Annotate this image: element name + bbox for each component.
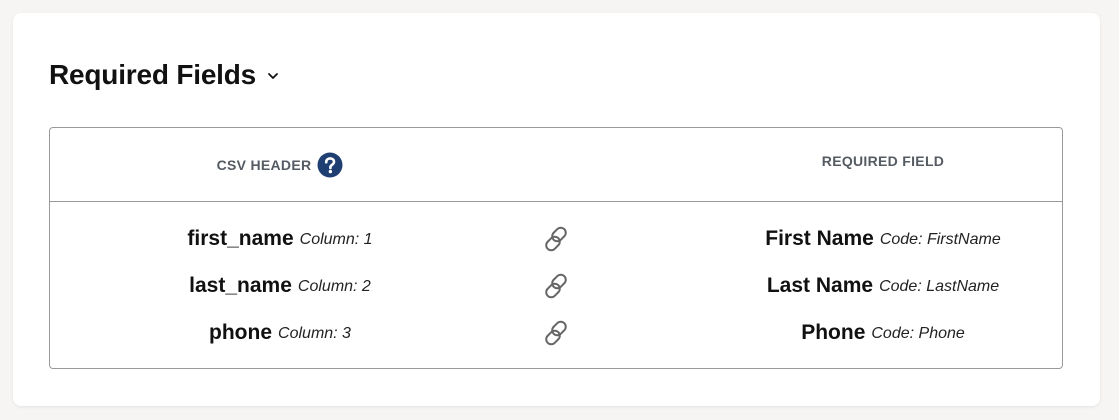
link-cell xyxy=(530,262,582,309)
required-field-column-heading: REQUIRED FIELD xyxy=(696,150,1070,172)
required-fields-toggle[interactable]: Required Fields xyxy=(49,59,280,91)
required-field-cell: Last Name Code: LastName xyxy=(696,262,1070,309)
field-mapping-table: CSV HEADER REQUIRED FIELD first_name Col… xyxy=(49,127,1063,369)
required-field-name: Phone xyxy=(801,320,866,344)
required-field-label: REQUIRED FIELD xyxy=(821,153,945,169)
link-cell xyxy=(530,309,582,356)
section-title: Required Fields xyxy=(49,59,257,90)
required-field-code: Code: FirstName xyxy=(879,231,1001,248)
csv-header-name: phone xyxy=(209,320,273,344)
csv-header-name: first_name xyxy=(187,226,294,250)
table-row: phone Column: 3 Phone Code: Phone xyxy=(50,309,1062,356)
required-field-name: First Name xyxy=(765,226,874,250)
required-field-code: Code: Phone xyxy=(871,325,965,342)
link-icon[interactable] xyxy=(541,318,571,348)
required-field-cell: First Name Code: FirstName xyxy=(696,215,1070,262)
required-fields-card: Required Fields CSV HEADER REQUIRED FIEL… xyxy=(13,13,1100,406)
link-icon[interactable] xyxy=(541,224,571,254)
link-cell xyxy=(530,215,582,262)
csv-header-label: CSV HEADER xyxy=(216,157,312,173)
csv-header-column-heading: CSV HEADER xyxy=(50,150,510,180)
csv-column-number: Column: 2 xyxy=(297,278,371,295)
csv-header-cell: last_name Column: 2 xyxy=(50,262,510,309)
csv-column-number: Column: 3 xyxy=(278,325,351,342)
required-field-name: Last Name xyxy=(766,273,874,297)
link-icon[interactable] xyxy=(541,271,571,301)
chevron-down-icon xyxy=(266,68,280,86)
csv-column-number: Column: 1 xyxy=(299,231,373,248)
table-row: first_name Column: 1 First Name Code: Fi… xyxy=(50,215,1062,262)
required-field-code: Code: LastName xyxy=(879,278,1000,295)
question-circle-icon[interactable] xyxy=(317,152,343,178)
csv-header-cell: first_name Column: 1 xyxy=(50,215,510,262)
csv-header-name: last_name xyxy=(189,273,292,297)
required-field-cell: Phone Code: Phone xyxy=(696,309,1070,356)
csv-header-cell: phone Column: 3 xyxy=(50,309,510,356)
table-row: last_name Column: 2 Last Name Code: Last… xyxy=(50,262,1062,309)
table-header: CSV HEADER REQUIRED FIELD xyxy=(50,128,1062,202)
